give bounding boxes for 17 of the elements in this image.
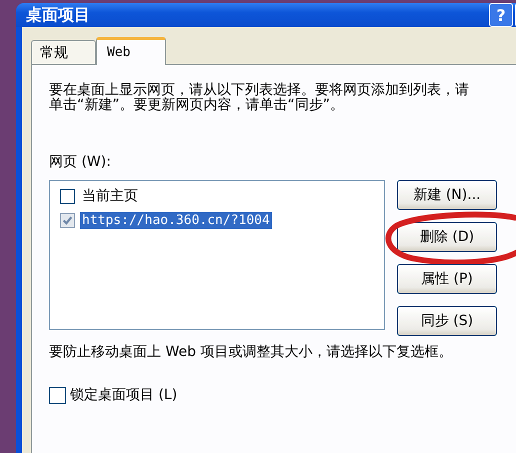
list-label: 网页 (W): bbox=[49, 153, 111, 171]
dialog-button[interactable]: 同步 (S) bbox=[397, 306, 497, 336]
dialog-button[interactable]: 新建 (N)... bbox=[397, 180, 497, 210]
window-title: 桌面项目 bbox=[26, 4, 90, 26]
tab[interactable]: Web bbox=[96, 37, 166, 65]
dialog-button[interactable]: 属性 (P) bbox=[397, 264, 497, 294]
lock-hint-text: 要防止移动桌面上 Web 项目或调整其大小，请选择以下复选框。 bbox=[49, 344, 454, 360]
help-button[interactable]: ? bbox=[489, 3, 513, 27]
tab[interactable]: 常规 bbox=[31, 40, 96, 64]
checkbox-label[interactable]: 锁定桌面项目 (L) bbox=[70, 386, 178, 404]
list-item[interactable]: 当前主页 bbox=[80, 186, 140, 206]
description-text: 要在桌面上显示网页，请从以下列表选择。要将网页添加到列表，请单击“新建”。要更新网页内容，请单击“同步”。 bbox=[49, 83, 469, 113]
list-item[interactable]: https://hao.360.cn/?1004 bbox=[80, 212, 272, 228]
checkbox[interactable] bbox=[60, 212, 75, 228]
checkbox[interactable] bbox=[49, 386, 66, 404]
checkbox[interactable] bbox=[60, 188, 75, 204]
dialog-button[interactable]: 删除 (D) bbox=[397, 222, 497, 252]
